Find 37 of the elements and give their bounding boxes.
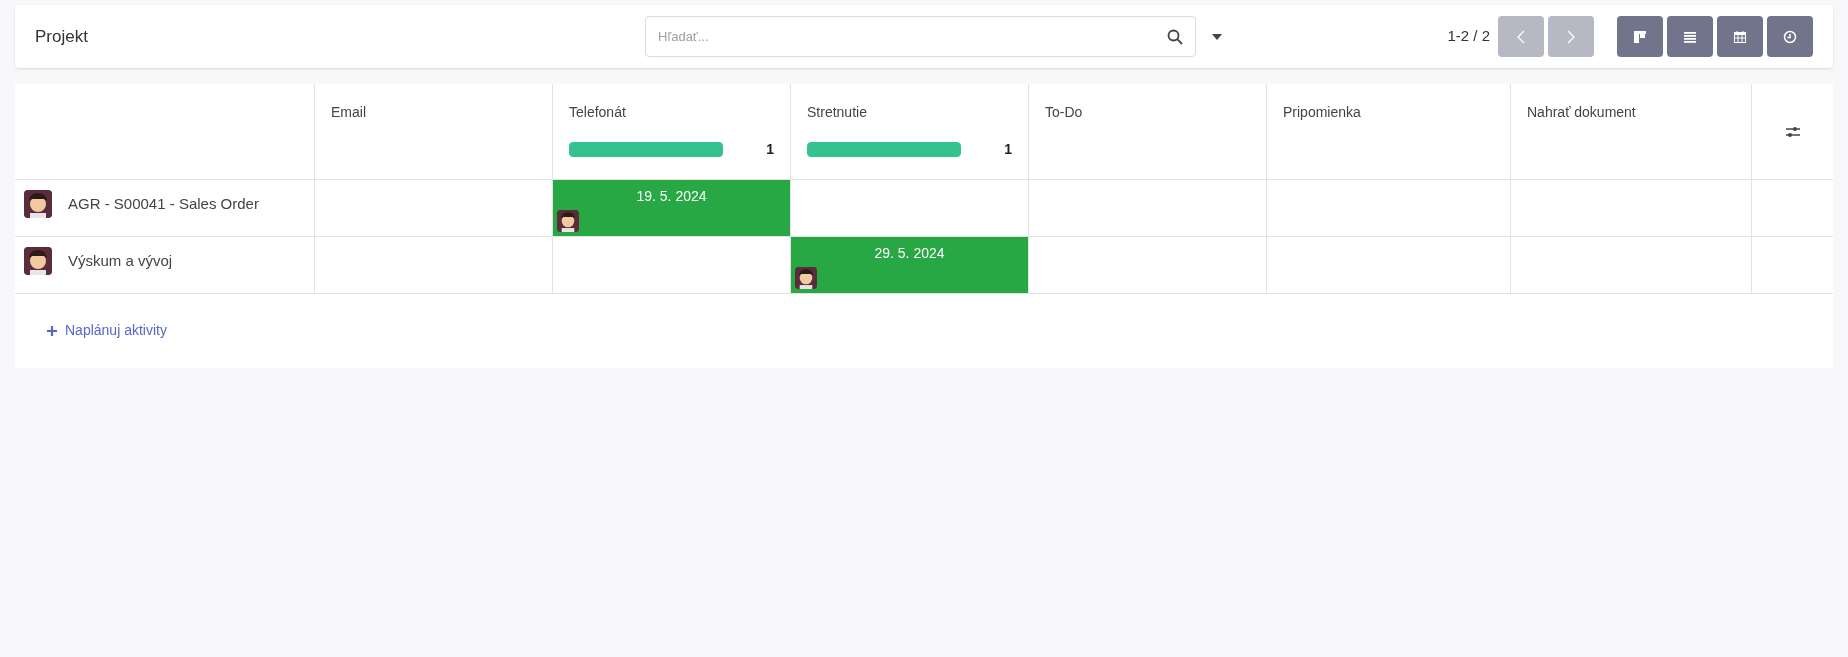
search-icon[interactable] xyxy=(1167,28,1183,45)
plus-icon xyxy=(47,325,57,336)
kanban-icon xyxy=(1633,29,1647,44)
settings-icon[interactable] xyxy=(1784,124,1801,139)
activity-date: 29. 5. 2024 xyxy=(874,244,945,263)
search-input[interactable]: Hľadať... xyxy=(658,26,1167,47)
caret-icon[interactable] xyxy=(1212,33,1222,40)
avatar-icon xyxy=(24,247,52,275)
record-name[interactable]: AGR - S00041 - Sales Order xyxy=(68,192,259,216)
view-button[interactable] xyxy=(1617,16,1663,57)
avatar-icon xyxy=(557,210,579,232)
clock-icon xyxy=(1783,29,1797,44)
column-header: Telefonát xyxy=(569,103,627,122)
search-field[interactable]: Hľadať... xyxy=(645,16,1196,57)
column-header: Stretnutie xyxy=(807,103,868,122)
progress-count: 1 xyxy=(1004,140,1012,159)
schedule-activity-link[interactable]: Naplánuj aktivity xyxy=(47,320,167,341)
activity-cell[interactable]: 19. 5. 2024 xyxy=(553,180,791,236)
chevron-left-icon xyxy=(1517,29,1525,44)
view-button[interactable] xyxy=(1667,16,1713,57)
column-header: Nahrať dokument xyxy=(1527,103,1637,122)
progress-count: 1 xyxy=(766,140,774,159)
list-icon xyxy=(1683,29,1697,44)
avatar-icon xyxy=(795,267,817,289)
view-button[interactable] xyxy=(1767,16,1813,57)
pager-value: 1-2 / 2 xyxy=(1447,26,1490,47)
chevron-right-icon xyxy=(1567,29,1575,44)
activity-cell[interactable]: 29. 5. 2024 xyxy=(791,237,1029,293)
activity-date: 19. 5. 2024 xyxy=(636,187,707,206)
calendar-icon xyxy=(1733,29,1747,44)
view-button[interactable] xyxy=(1717,16,1763,57)
record-name[interactable]: Výskum a vývoj xyxy=(68,249,173,273)
avatar-icon xyxy=(24,190,52,218)
column-header: Pripomienka xyxy=(1283,103,1362,122)
column-header: Email xyxy=(331,103,367,122)
column-header: To-Do xyxy=(1045,103,1084,122)
page-title: Projekt xyxy=(35,25,89,48)
